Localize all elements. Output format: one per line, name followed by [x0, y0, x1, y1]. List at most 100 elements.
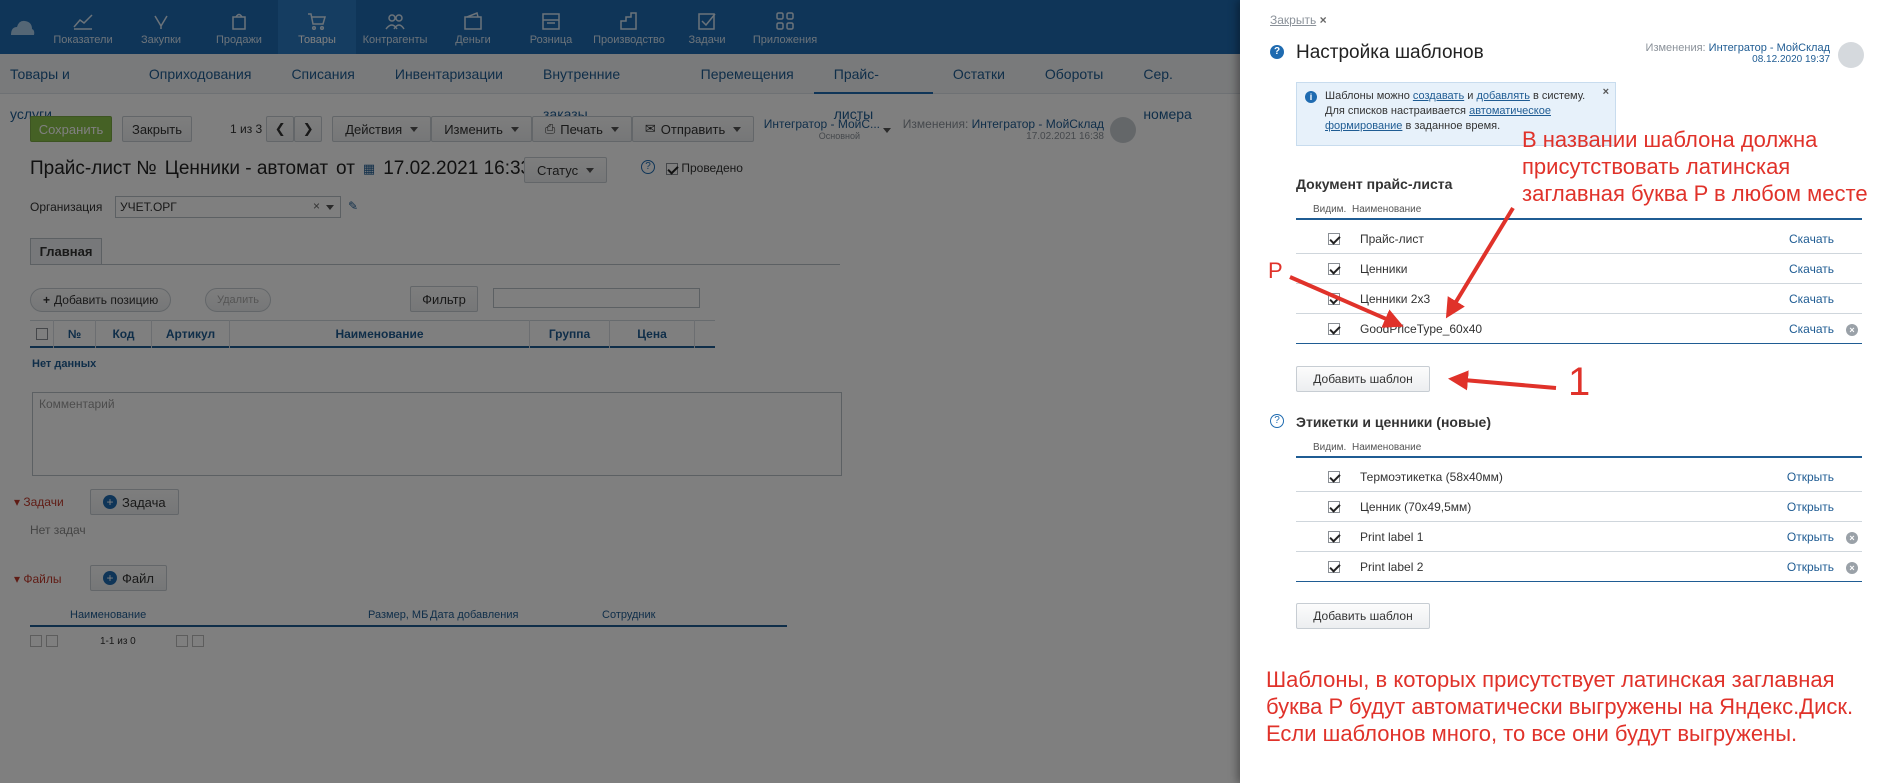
save-button[interactable]: Сохранить	[30, 116, 112, 142]
last-page-button[interactable]	[192, 635, 204, 647]
add-file-button[interactable]: + Файл	[90, 565, 167, 591]
document-date[interactable]: 17.02.2021 16:33	[383, 158, 531, 180]
next-page-button[interactable]	[176, 635, 188, 647]
checkbox-icon[interactable]	[666, 162, 678, 175]
visible-checkbox[interactable]	[1328, 293, 1340, 306]
filter-input[interactable]	[493, 288, 700, 308]
tasks-section-toggle[interactable]: ▾ Задачи	[14, 495, 64, 509]
visible-checkbox[interactable]	[1328, 471, 1340, 484]
help-icon[interactable]: ?	[641, 160, 655, 174]
posted-checkbox[interactable]: Проведено	[666, 161, 743, 175]
nav-item-tasks[interactable]: Задачи	[668, 0, 746, 54]
checkbox-icon[interactable]	[35, 328, 48, 341]
tab-main[interactable]: Главная	[30, 238, 102, 264]
open-link[interactable]: Открыть	[1752, 530, 1842, 544]
add-template-button[interactable]: Добавить шаблон	[1296, 366, 1430, 392]
subnav-inventory[interactable]: Инвентаризации	[375, 54, 523, 94]
prev-button[interactable]: ❮	[266, 116, 295, 142]
add-label-template-button[interactable]: Добавить шаблон	[1296, 603, 1430, 629]
nav-item-apps[interactable]: Приложения	[746, 0, 824, 54]
first-page-button[interactable]	[30, 635, 42, 647]
changes-user[interactable]: Интегратор - МойСклад	[972, 117, 1104, 131]
col-code[interactable]: Код	[96, 319, 152, 348]
calendar-icon[interactable]: ▦	[363, 161, 375, 177]
help-icon[interactable]: ?	[1270, 45, 1284, 59]
organization-field[interactable]: УЧЕТ.ОРГ ×	[115, 196, 341, 218]
nav-item-indicators[interactable]: Показатели	[44, 0, 122, 54]
col-article[interactable]: Артикул	[152, 319, 230, 348]
close-link[interactable]: Закрыть	[1270, 13, 1316, 27]
visible-checkbox[interactable]	[1328, 531, 1340, 544]
subnav-internal-orders[interactable]: Внутренние заказы	[523, 54, 681, 122]
download-link[interactable]: Скачать	[1752, 322, 1842, 336]
delete-button[interactable]: Удалить	[205, 288, 271, 312]
download-link[interactable]: Скачать	[1752, 292, 1842, 306]
nav-item-retail[interactable]: Розница	[512, 0, 590, 54]
change-dropdown[interactable]: Изменить	[431, 116, 532, 142]
logo[interactable]	[0, 0, 44, 54]
subnav-turnover[interactable]: Обороты	[1025, 54, 1123, 94]
files-col-employee[interactable]: Сотрудник	[602, 609, 655, 621]
chevron-down-icon[interactable]	[326, 205, 334, 210]
remove-icon[interactable]: ×	[1846, 561, 1858, 574]
subnav-pricelists[interactable]: Прайс-листы	[813, 54, 933, 122]
select-all-cell[interactable]	[30, 319, 54, 348]
actions-dropdown[interactable]: Действия	[332, 116, 432, 142]
open-link[interactable]: Открыть	[1752, 470, 1842, 484]
avatar[interactable]	[1110, 117, 1136, 143]
remove-icon[interactable]: ×	[1846, 531, 1858, 544]
add-link[interactable]: добавлять	[1476, 90, 1529, 102]
visible-checkbox[interactable]	[1328, 263, 1340, 276]
col-price[interactable]: Цена	[610, 319, 695, 348]
subnav-goods-services[interactable]: Товары и услуги	[0, 54, 129, 122]
nav-item-goods[interactable]: Товары	[278, 0, 356, 54]
nav-item-sales[interactable]: Продажи	[200, 0, 278, 54]
chevron-down-icon[interactable]	[883, 128, 891, 133]
col-group[interactable]: Группа	[530, 319, 610, 348]
changes-user[interactable]: Интегратор - МойСклад	[1709, 42, 1830, 54]
open-link[interactable]: Открыть	[1752, 500, 1842, 514]
add-position-button[interactable]: + Добавить позицию	[30, 288, 172, 312]
status-dropdown[interactable]: Статус	[524, 157, 608, 183]
visible-checkbox[interactable]	[1328, 501, 1340, 514]
send-dropdown[interactable]: ✉ Отправить	[631, 116, 755, 142]
visible-checkbox[interactable]	[1328, 233, 1340, 246]
nav-item-counterparties[interactable]: Контрагенты	[356, 0, 434, 54]
owner-selector[interactable]: Интегратор - МойС... Основной	[750, 117, 880, 141]
download-link[interactable]: Скачать	[1752, 232, 1842, 246]
subnav-stock[interactable]: Остатки	[933, 54, 1025, 94]
files-col-size[interactable]: Размер, МБ	[368, 609, 428, 621]
nav-item-money[interactable]: Деньги	[434, 0, 512, 54]
files-col-name[interactable]: Наименование	[70, 609, 146, 621]
subnav-serial-numbers[interactable]: Сер. номера	[1123, 54, 1240, 122]
visible-checkbox[interactable]	[1328, 561, 1340, 574]
add-task-button[interactable]: + Задача	[90, 489, 179, 515]
clear-icon[interactable]: ×	[313, 199, 320, 213]
next-button[interactable]: ❯	[294, 116, 323, 142]
print-dropdown[interactable]: ⎙ Печать	[531, 116, 632, 142]
remove-icon[interactable]: ×	[1846, 323, 1858, 336]
nav-item-production[interactable]: Производство	[590, 0, 668, 54]
close-button[interactable]: Закрыть	[122, 116, 192, 142]
filter-button[interactable]: Фильтр	[410, 286, 478, 312]
col-name[interactable]: Наименование	[230, 319, 530, 348]
nav-item-purchases[interactable]: Закупки	[122, 0, 200, 54]
subnav-receipts[interactable]: Оприходования	[129, 54, 272, 94]
help-icon[interactable]: ?	[1270, 414, 1284, 428]
title-name[interactable]: Ценники - автомат	[165, 158, 328, 180]
create-link[interactable]: создавать	[1413, 90, 1464, 102]
close-icon[interactable]: ×	[1603, 85, 1609, 100]
subnav-writeoffs[interactable]: Списания	[271, 54, 374, 94]
open-link[interactable]: Открыть	[1752, 560, 1842, 574]
close-icon[interactable]: ×	[1320, 13, 1327, 27]
comment-textarea[interactable]: Комментарий	[32, 392, 842, 476]
pencil-icon[interactable]: ✎	[348, 199, 358, 213]
files-col-date[interactable]: Дата добавления	[430, 609, 518, 621]
files-section-toggle[interactable]: ▾ Файлы	[14, 572, 62, 586]
panel-close[interactable]: Закрыть ×	[1270, 13, 1327, 27]
col-number[interactable]: №	[54, 319, 96, 348]
prev-page-button[interactable]	[46, 635, 58, 647]
subnav-transfers[interactable]: Перемещения	[681, 54, 814, 94]
avatar[interactable]	[1838, 42, 1864, 68]
visible-checkbox[interactable]	[1328, 323, 1340, 336]
